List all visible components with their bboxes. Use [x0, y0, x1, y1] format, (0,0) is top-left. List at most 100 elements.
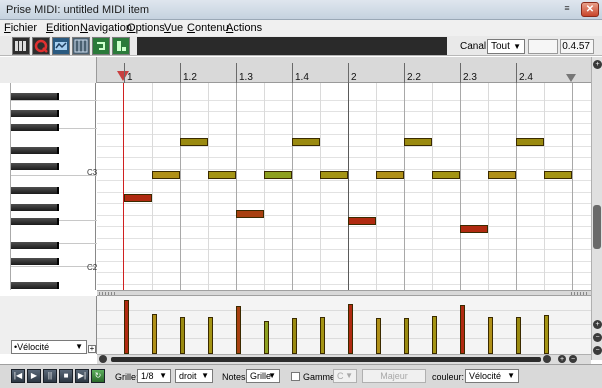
midi-note[interactable]: [404, 138, 432, 146]
grid-mode-select[interactable]: droit ▼: [175, 369, 213, 383]
scale-type-select[interactable]: Majeur: [362, 369, 426, 383]
velocity-bar[interactable]: [432, 316, 437, 354]
midi-note[interactable]: [432, 171, 460, 179]
velocity-bar[interactable]: [404, 318, 409, 354]
toolbar: Canal: Tout ▼ 0.4.57: [0, 36, 602, 56]
zoom-in-icon[interactable]: +: [593, 60, 602, 69]
menu-fichier[interactable]: Fichier: [4, 22, 37, 34]
velocity-bar[interactable]: [376, 318, 381, 354]
midi-icon[interactable]: [12, 37, 30, 55]
loop-button[interactable]: ↻: [91, 369, 105, 383]
midi-note[interactable]: [180, 138, 208, 146]
black-key[interactable]: [11, 218, 59, 225]
ruler-label: 2.2: [407, 72, 421, 83]
midi-note[interactable]: [376, 171, 404, 179]
velocity-lane-select[interactable]: •Vélocité ▼: [11, 340, 87, 354]
zoom-in-icon[interactable]: +: [558, 355, 566, 363]
velocity-bar[interactable]: [516, 317, 521, 354]
black-key[interactable]: [11, 124, 59, 131]
zoom-in-icon[interactable]: +: [593, 320, 602, 329]
scroll-left-icon[interactable]: [99, 355, 107, 363]
black-key[interactable]: [11, 187, 59, 194]
velocity-bar[interactable]: [320, 317, 325, 354]
midi-note[interactable]: [320, 171, 348, 179]
pin-icon[interactable]: ≡: [561, 3, 573, 15]
velocity-bar[interactable]: [152, 314, 157, 354]
menu-contenu[interactable]: Contenu: [187, 22, 229, 34]
midi-note[interactable]: [264, 171, 292, 179]
midi-note[interactable]: [292, 138, 320, 146]
scroll-right-icon[interactable]: [543, 355, 551, 363]
velocity-bar[interactable]: [460, 305, 465, 354]
chevron-down-icon: ▼: [159, 371, 167, 380]
grid-view-icon[interactable]: [72, 37, 90, 55]
black-key[interactable]: [11, 204, 59, 211]
menu-vue[interactable]: Vue: [164, 22, 183, 34]
play-button[interactable]: ▶: [27, 369, 41, 383]
loop-view-icon[interactable]: [92, 37, 110, 55]
midi-note[interactable]: [348, 217, 376, 225]
black-key[interactable]: [11, 110, 59, 117]
close-button[interactable]: ✕: [581, 2, 599, 17]
velocity-bar[interactable]: [264, 321, 269, 354]
midi-note[interactable]: [208, 171, 236, 179]
add-lane-button[interactable]: +: [88, 345, 96, 353]
channel-select[interactable]: Tout ▼: [487, 39, 525, 54]
grid-select[interactable]: 1/8 ▼: [137, 369, 171, 383]
scale-checkbox[interactable]: [291, 372, 300, 381]
color-select[interactable]: Vélocité ▼: [465, 369, 519, 383]
pause-button[interactable]: ||: [43, 369, 57, 383]
stop-button[interactable]: ■: [59, 369, 73, 383]
menu-edition[interactable]: Edition: [46, 22, 80, 34]
end-marker-icon[interactable]: [566, 74, 576, 82]
midi-note[interactable]: [544, 171, 572, 179]
velocity-bar[interactable]: [488, 317, 493, 354]
midi-note[interactable]: [124, 194, 152, 202]
piano-keyboard[interactable]: C3 C2: [10, 83, 97, 290]
velocity-bar[interactable]: [236, 306, 241, 354]
black-key[interactable]: [11, 93, 59, 100]
vertical-scrollbar[interactable]: + + − −: [591, 57, 602, 360]
zoom-out-icon[interactable]: −: [593, 346, 602, 355]
vertical-scroll-thumb[interactable]: [593, 205, 601, 249]
black-key[interactable]: [11, 282, 59, 289]
piano-roll-grid[interactable]: [97, 83, 591, 290]
zoom-out-icon[interactable]: −: [593, 333, 602, 342]
black-key[interactable]: [11, 163, 59, 170]
zoom-out-icon[interactable]: −: [569, 355, 577, 363]
velocity-bar[interactable]: [292, 318, 297, 354]
quantize-icon[interactable]: [32, 37, 50, 55]
midi-note[interactable]: [236, 210, 264, 218]
midi-note[interactable]: [488, 171, 516, 179]
menu-options[interactable]: Options: [127, 22, 165, 34]
channel-extra-field[interactable]: [528, 39, 558, 54]
menu-navigation[interactable]: Navigation: [80, 22, 132, 34]
go-to-start-button[interactable]: |◀: [11, 369, 25, 383]
midi-note[interactable]: [152, 171, 180, 179]
velocity-bar[interactable]: [208, 317, 213, 354]
ruler-label: 2.4: [519, 72, 533, 83]
scale-root-select[interactable]: C ▼: [333, 369, 357, 383]
velocity-bar[interactable]: [544, 315, 549, 354]
horizontal-scroll-thumb[interactable]: [111, 357, 541, 362]
midi-note[interactable]: [516, 138, 544, 146]
piano-view-icon[interactable]: [52, 37, 70, 55]
go-to-end-button[interactable]: ▶|: [75, 369, 89, 383]
ruler-label: 1.3: [239, 72, 253, 83]
notes-select[interactable]: Grille ▼: [246, 369, 280, 383]
scale-root-value: C: [337, 371, 344, 381]
black-key[interactable]: [11, 147, 59, 154]
midi-note[interactable]: [460, 225, 488, 233]
black-key[interactable]: [11, 242, 59, 249]
step-input-icon[interactable]: [112, 37, 130, 55]
timeline-ruler[interactable]: 1 1.2 1.3 1.4 2 2.2 2.3 2.4: [0, 57, 591, 83]
velocity-bar[interactable]: [348, 304, 353, 354]
black-key[interactable]: [11, 258, 59, 265]
menu-actions[interactable]: Actions: [226, 22, 262, 34]
velocity-lane[interactable]: [97, 296, 591, 354]
title-bar: Prise MIDI: untitled MIDI item ≡ ✕: [0, 0, 602, 20]
velocity-bar[interactable]: [124, 300, 129, 354]
velocity-bar[interactable]: [180, 317, 185, 354]
horizontal-scrollbar[interactable]: + −: [97, 354, 591, 364]
channel-label: Canal:: [460, 41, 489, 52]
